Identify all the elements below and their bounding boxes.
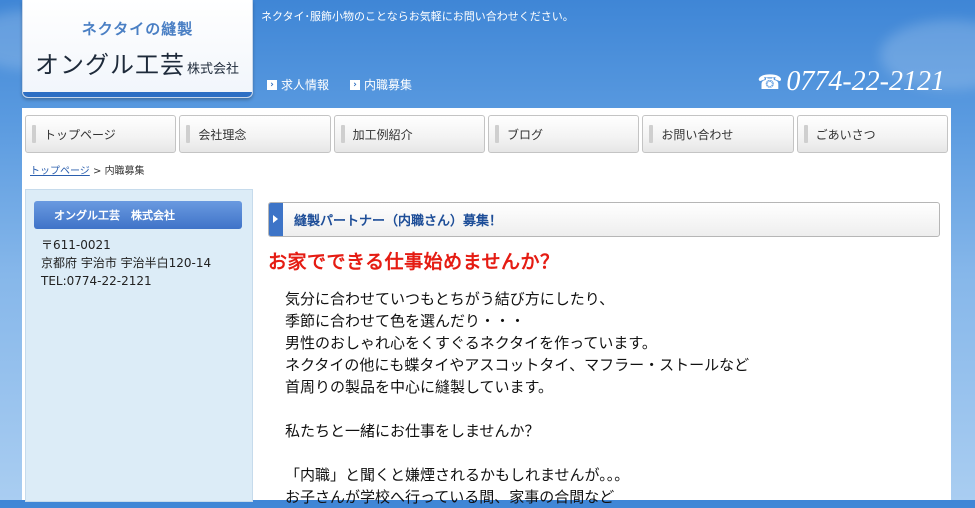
header-tagline: ネクタイ･服飾小物のことならお気軽にお問い合わせください。 — [261, 10, 574, 23]
main-content: 縫製パートナー（内職さん）募集！ お家でできる仕事始めませんか？ 気分に合わせて… — [268, 202, 940, 508]
breadcrumb-current: 内職募集 — [104, 166, 145, 177]
sidebar-company-title: オングル工芸 株式会社 — [34, 201, 242, 229]
breadcrumb-home-link[interactable]: トップページ — [30, 166, 90, 177]
logo-subtitle: ネクタイの縫製 — [81, 20, 194, 38]
section-marker-icon — [269, 203, 283, 236]
nav-item-label: 会社理念 — [198, 127, 247, 142]
nav-marker — [494, 125, 499, 143]
nav-item-label: ブログ — [506, 127, 543, 142]
site-logo[interactable]: ネクタイの縫製 オングル工芸 株式会社 — [22, 0, 253, 98]
phone-icon: ☎ — [757, 70, 783, 94]
body-line: 「内職」と聞くと嫌煙されるかもしれませんが。。。 — [285, 466, 630, 484]
nav-marker — [340, 125, 345, 143]
header-phone[interactable]: ☎ 0774-22-2121 — [757, 66, 945, 98]
arrow-right-icon: › — [350, 79, 360, 90]
header-link-homework[interactable]: › 内職募集 — [350, 76, 412, 93]
body-line: ネクタイの他にも蝶タイやアスコットタイ、マフラー・ストールなど — [285, 356, 750, 374]
nav-item-blog[interactable]: ブログ — [487, 115, 640, 153]
body-line: 男性のおしゃれ心をくすぐるネクタイを作っています。 — [285, 334, 657, 352]
body-line: 私たちと一緒にお仕事をしませんか？ — [285, 422, 540, 440]
nav-item-greeting[interactable]: ごあいさつ — [796, 115, 948, 153]
section-heading: 縫製パートナー（内職さん）募集！ — [268, 202, 940, 237]
body-line: 季節に合わせて色を選んだり・・・ — [285, 312, 526, 330]
header-link-label: 内職募集 — [364, 78, 413, 92]
sidebar-address: 京都府 宇治市 宇治半白120-14 — [41, 256, 212, 270]
breadcrumb-separator: > — [89, 166, 105, 177]
nav-marker — [649, 125, 654, 143]
logo-company-name: オングル工芸 — [35, 51, 185, 79]
nav-item-label: ごあいさつ — [815, 127, 876, 142]
nav-item-label: トップページ — [44, 127, 116, 142]
breadcrumb: トップページ > 内職募集 — [30, 162, 145, 177]
nav-item-top[interactable]: トップページ — [25, 115, 177, 153]
body-line: 首周りの製品を中心に縫製しています。 — [285, 378, 554, 396]
logo-company-suffix: 株式会社 — [187, 62, 240, 77]
sidebar-company-info: 〒611-0021 京都府 宇治市 宇治半白120-14 TEL:0774-22… — [41, 236, 211, 290]
main-panel: トップページ 会社理念 加工例紹介 ブログ お問い合わせ ごあいさつ トップペー… — [22, 108, 951, 506]
nav-item-examples[interactable]: 加工例紹介 — [333, 115, 485, 153]
body-line: 気分に合わせていつもとちがう結び方にしたり、 — [285, 290, 615, 308]
phone-number: 0774-22-2121 — [786, 66, 945, 97]
nav-item-contact[interactable]: お問い合わせ — [642, 115, 794, 153]
arrow-right-icon: › — [267, 79, 277, 90]
nav-item-label: 加工例紹介 — [352, 127, 413, 142]
nav-marker — [32, 125, 36, 143]
nav-item-philosophy[interactable]: 会社理念 — [179, 115, 331, 153]
sidebar-postal-code: 〒611-0021 — [41, 238, 111, 252]
body-line: お子さんが学校へ行っている間、家事の合間など — [285, 488, 615, 506]
global-nav: トップページ 会社理念 加工例紹介 ブログ お問い合わせ ごあいさつ — [25, 115, 948, 153]
logo-title: オングル工芸 株式会社 — [35, 45, 239, 80]
nav-marker — [803, 125, 808, 143]
header-link-label: 求人情報 — [281, 78, 330, 92]
header-link-recruit[interactable]: › 求人情報 — [267, 76, 329, 93]
sidebar-tel: TEL:0774-22-2121 — [41, 274, 152, 288]
nav-item-label: お問い合わせ — [661, 127, 734, 142]
nav-marker — [186, 125, 191, 143]
body-text: 気分に合わせていつもとちがう結び方にしたり、 季節に合わせて色を選んだり・・・ … — [268, 288, 940, 508]
sidebar: オングル工芸 株式会社 〒611-0021 京都府 宇治市 宇治半白120-14… — [25, 189, 253, 502]
section-heading-text: 縫製パートナー（内職さん）募集！ — [294, 214, 503, 229]
headline: お家でできる仕事始めませんか？ — [268, 251, 560, 273]
